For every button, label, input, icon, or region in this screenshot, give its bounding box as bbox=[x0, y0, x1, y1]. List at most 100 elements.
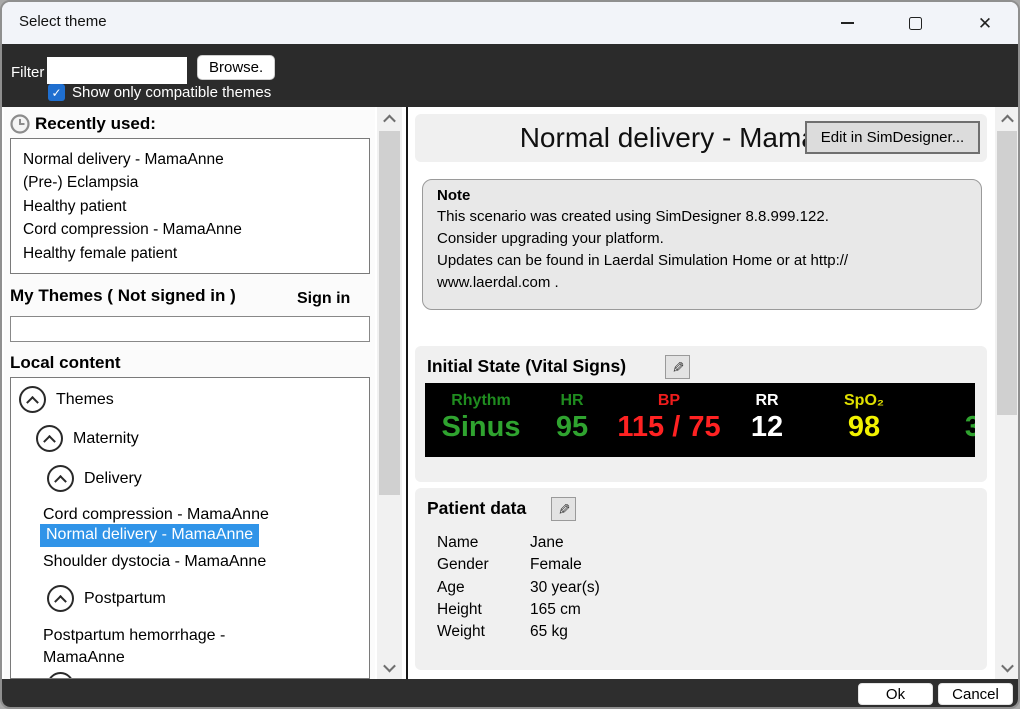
tree-item-postpartum-hemorrhage[interactable]: Postpartum hemorrhage - MamaAnne bbox=[43, 625, 273, 669]
maximize-icon bbox=[909, 17, 922, 30]
vital-partial: 3 bbox=[913, 383, 975, 444]
patient-data-section: Patient data ✎ Name Jane Gender Female A… bbox=[415, 488, 987, 670]
filter-input[interactable] bbox=[47, 57, 187, 84]
scrollbar-thumb[interactable] bbox=[379, 131, 400, 495]
patient-row: Height 165 cm bbox=[437, 599, 600, 621]
edit-patient-button[interactable]: ✎ bbox=[551, 497, 576, 521]
recently-used-heading: Recently used: bbox=[35, 114, 156, 134]
list-item[interactable]: Cord compression - MamaAnne bbox=[23, 218, 369, 241]
sign-in-link[interactable]: Sign in bbox=[297, 290, 350, 308]
tree-item-shoulder-dystocia[interactable]: Shoulder dystocia - MamaAnne bbox=[43, 553, 266, 571]
vital-value: 98 bbox=[804, 412, 924, 444]
note-line: This scenario was created using SimDesig… bbox=[437, 206, 967, 228]
chevron-up-icon bbox=[26, 396, 39, 409]
vital-label bbox=[913, 392, 975, 411]
tree-node-themes[interactable]: Themes bbox=[56, 391, 114, 409]
close-button[interactable]: ✕ bbox=[966, 8, 1004, 38]
left-scrollbar[interactable] bbox=[377, 107, 402, 679]
my-themes-input[interactable] bbox=[10, 316, 370, 342]
vital-spo2: SpO₂ 98 bbox=[804, 383, 924, 444]
initial-state-section: Initial State (Vital Signs) ✎ Rhythm Sin… bbox=[415, 346, 987, 482]
local-content-tree: Themes Maternity Delivery Cord compressi… bbox=[10, 377, 370, 679]
pencil-icon: ✎ bbox=[668, 361, 686, 374]
chevron-up-icon bbox=[383, 114, 396, 127]
scroll-down-button[interactable] bbox=[995, 657, 1019, 677]
patient-row: Gender Female bbox=[437, 554, 600, 576]
clock-icon bbox=[9, 113, 31, 140]
edit-in-simdesigner-button[interactable]: Edit in SimDesigner... bbox=[805, 121, 980, 154]
compatible-themes-label: Show only compatible themes bbox=[72, 84, 271, 101]
patient-field-value: Female bbox=[530, 554, 582, 576]
chevron-up-icon bbox=[43, 435, 56, 448]
patient-field-value: 30 year(s) bbox=[530, 577, 600, 599]
ok-button[interactable]: Ok bbox=[858, 683, 933, 705]
chevron-down-icon bbox=[383, 659, 396, 672]
collapse-themes-button[interactable] bbox=[19, 386, 46, 413]
note-line: Updates can be found in Laerdal Simulati… bbox=[437, 250, 967, 272]
compatible-themes-checkbox[interactable]: ✓ bbox=[48, 84, 65, 101]
theme-detail-panel: Normal delivery - MamaAnne Edit in SimDe… bbox=[408, 107, 995, 679]
right-scrollbar[interactable] bbox=[995, 107, 1019, 679]
tree-node-postpartum[interactable]: Postpartum bbox=[84, 590, 166, 608]
patient-data-heading: Patient data bbox=[427, 498, 526, 519]
patient-field-label: Age bbox=[437, 577, 530, 599]
patient-field-value: 165 cm bbox=[530, 599, 581, 621]
title-bar: Select theme ✕ bbox=[2, 2, 1018, 44]
vital-label: SpO₂ bbox=[804, 392, 924, 411]
scroll-up-button[interactable] bbox=[995, 109, 1019, 129]
note-box: Note This scenario was created using Sim… bbox=[422, 179, 982, 310]
collapse-maternity-button[interactable] bbox=[36, 425, 63, 452]
chevron-up-icon bbox=[54, 595, 67, 608]
patient-field-label: Height bbox=[437, 599, 530, 621]
patient-rows: Name Jane Gender Female Age 30 year(s) H… bbox=[437, 532, 600, 643]
scrollbar-thumb[interactable] bbox=[997, 131, 1017, 415]
tree-node-maternity[interactable]: Maternity bbox=[73, 430, 139, 448]
local-content-heading: Local content bbox=[10, 353, 121, 373]
tree-item-cord-compression[interactable]: Cord compression - MamaAnne bbox=[43, 506, 269, 524]
scroll-down-button[interactable] bbox=[377, 657, 402, 677]
patient-field-value: 65 kg bbox=[530, 621, 568, 643]
scroll-up-button[interactable] bbox=[377, 109, 402, 129]
window-title: Select theme bbox=[19, 13, 107, 30]
minimize-icon bbox=[841, 22, 854, 24]
collapse-postpartum-button[interactable] bbox=[47, 585, 74, 612]
chevron-up-icon bbox=[54, 475, 67, 488]
initial-state-heading: Initial State (Vital Signs) bbox=[427, 356, 626, 377]
patient-field-label: Name bbox=[437, 532, 530, 554]
checkmark-icon: ✓ bbox=[51, 87, 61, 99]
theme-browser-panel: Recently used: Normal delivery - MamaAnn… bbox=[4, 107, 375, 679]
chevron-down-icon bbox=[1001, 659, 1014, 672]
chevron-up-icon bbox=[1001, 114, 1014, 127]
tree-item-normal-delivery-selected[interactable]: Normal delivery - MamaAnne bbox=[40, 524, 259, 547]
tree-node-delivery[interactable]: Delivery bbox=[84, 470, 142, 488]
note-heading: Note bbox=[437, 187, 967, 204]
edit-vitals-button[interactable]: ✎ bbox=[665, 355, 690, 379]
minimize-button[interactable] bbox=[828, 8, 866, 38]
note-line: www.laerdal.com . bbox=[437, 272, 967, 294]
recently-used-list: Normal delivery - MamaAnne (Pre-) Eclamp… bbox=[10, 138, 370, 274]
close-icon: ✕ bbox=[978, 15, 992, 32]
list-item[interactable]: (Pre-) Eclampsia bbox=[23, 171, 369, 194]
collapse-delivery-button[interactable] bbox=[47, 465, 74, 492]
patient-field-value: Jane bbox=[530, 532, 564, 554]
list-item[interactable]: Healthy female patient bbox=[23, 242, 369, 265]
pencil-icon: ✎ bbox=[554, 503, 572, 516]
select-theme-dialog: Select theme ✕ Filter Browse. ✓ Show onl… bbox=[0, 0, 1020, 709]
patient-row: Name Jane bbox=[437, 532, 600, 554]
dialog-footer: Ok Cancel bbox=[2, 679, 1018, 709]
filter-toolbar: Filter Browse. ✓ Show only compatible th… bbox=[2, 44, 1018, 107]
collapse-partial-button[interactable] bbox=[47, 672, 74, 679]
vital-value: 3 bbox=[913, 412, 975, 444]
list-item[interactable]: Normal delivery - MamaAnne bbox=[23, 148, 369, 171]
cancel-button[interactable]: Cancel bbox=[938, 683, 1013, 705]
browse-button[interactable]: Browse. bbox=[197, 55, 275, 80]
filter-label: Filter bbox=[11, 64, 44, 81]
patient-row: Weight 65 kg bbox=[437, 621, 600, 643]
patient-field-label: Gender bbox=[437, 554, 530, 576]
list-item[interactable]: Healthy patient bbox=[23, 195, 369, 218]
patient-field-label: Weight bbox=[437, 621, 530, 643]
maximize-button[interactable] bbox=[896, 8, 934, 38]
patient-row: Age 30 year(s) bbox=[437, 577, 600, 599]
vitals-monitor: Rhythm Sinus HR 95 BP 115 / 75 RR 12 SpO… bbox=[425, 383, 975, 457]
note-line: Consider upgrading your platform. bbox=[437, 228, 967, 250]
